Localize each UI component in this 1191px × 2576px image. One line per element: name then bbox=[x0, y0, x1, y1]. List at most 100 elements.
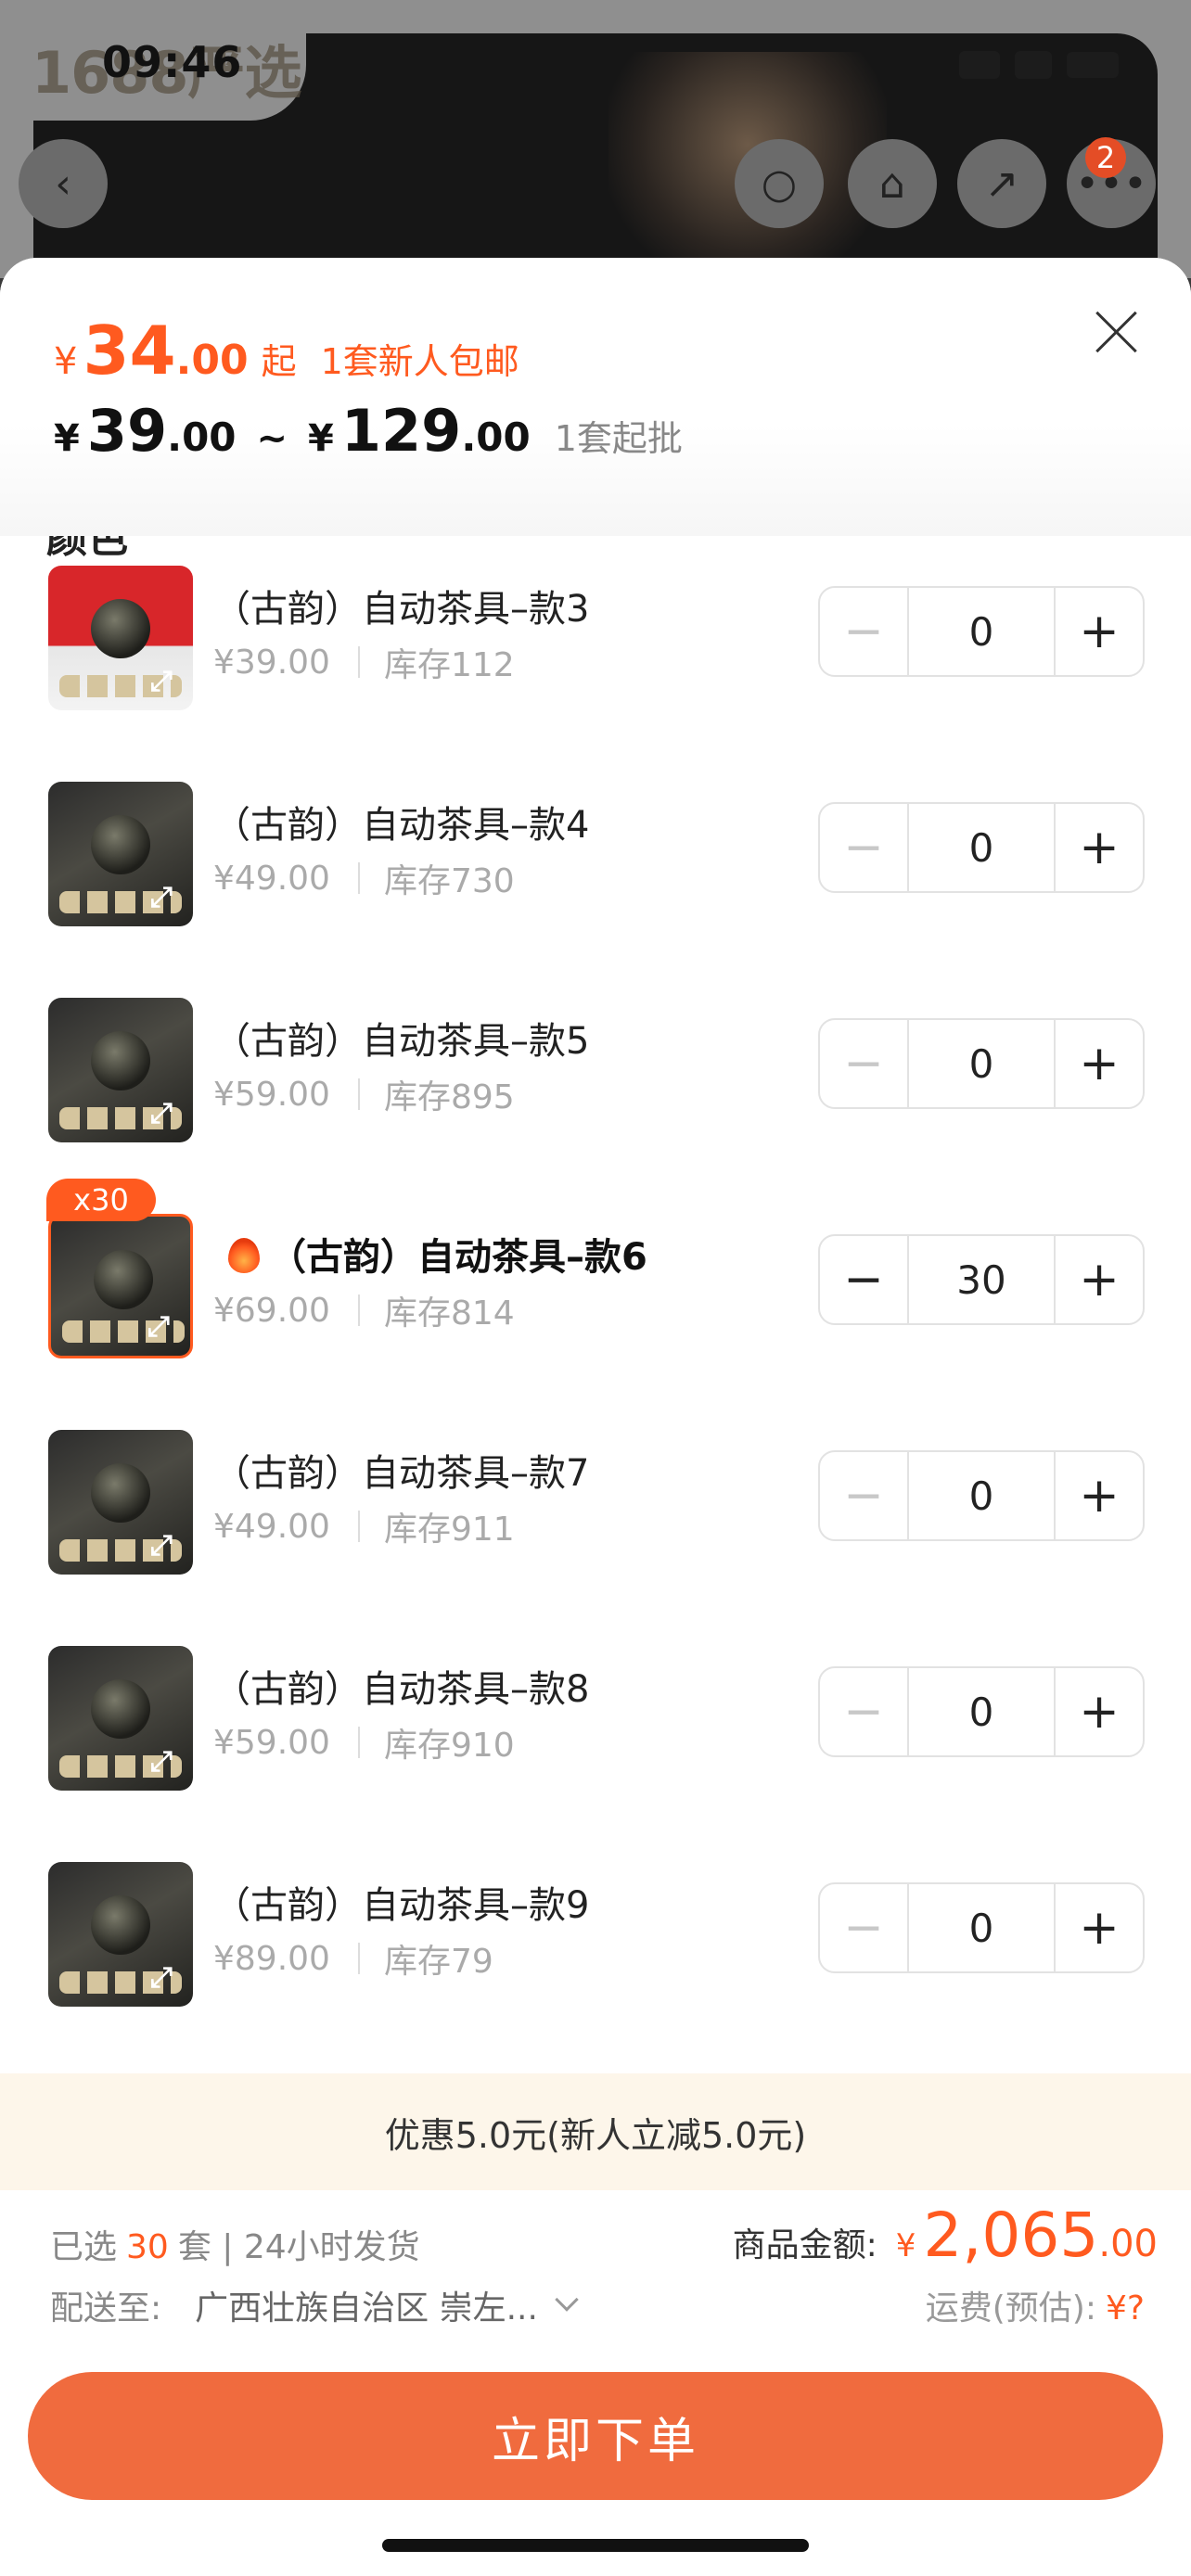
quantity-stepper: − 0 + bbox=[818, 1450, 1145, 1541]
expand-icon: ⤢ bbox=[150, 1097, 173, 1129]
selected-summary: 已选 30 套 | 24小时发货 bbox=[50, 2228, 420, 2266]
search-icon[interactable]: ○ bbox=[735, 139, 824, 228]
signal-icon bbox=[959, 51, 1000, 79]
item-name: （古韵）自动茶具–款4 bbox=[213, 804, 590, 847]
sku-sheet: ¥ 34 .00 起 1套新人包邮 ¥ 39 .00 ~ ¥ 129 .00 1… bbox=[0, 258, 1191, 2576]
item-name: （古韵）自动茶具–款3 bbox=[213, 588, 590, 631]
product-thumbnail[interactable]: ⤢ bbox=[48, 782, 193, 926]
shipping-address[interactable]: 配送至: 广西壮族自治区 崇左... bbox=[50, 2281, 579, 2329]
quantity-input[interactable]: 0 bbox=[907, 1452, 1056, 1539]
item-name: （古韵）自动茶具–款7 bbox=[213, 1452, 590, 1495]
item-stock: 库存730 bbox=[383, 862, 515, 900]
cart-badge: 2 bbox=[1085, 137, 1126, 178]
ship-location: 广西壮族自治区 崇左... bbox=[195, 2289, 538, 2327]
from-price-integer: 34 bbox=[83, 312, 176, 389]
item-stock: 库存79 bbox=[383, 1943, 493, 1981]
product-thumbnail[interactable]: ⤢ bbox=[48, 1646, 193, 1791]
quantity-stepper: − 30 + bbox=[818, 1234, 1145, 1325]
min-order-qty: 1套起批 bbox=[554, 418, 683, 459]
minus-button[interactable]: − bbox=[820, 1668, 907, 1755]
place-order-button[interactable]: 立即下单 bbox=[28, 2372, 1163, 2500]
from-price: ¥ 34 .00 起 1套新人包邮 bbox=[54, 312, 519, 389]
expand-icon: ⤢ bbox=[150, 1745, 173, 1778]
wifi-icon bbox=[1015, 51, 1052, 79]
quantity-stepper: − 0 + bbox=[818, 802, 1145, 893]
minus-button[interactable]: − bbox=[820, 1236, 907, 1323]
item-price: ¥69.00 bbox=[213, 1291, 330, 1330]
quantity-input[interactable]: 0 bbox=[907, 588, 1056, 675]
item-price: ¥49.00 bbox=[213, 1507, 330, 1546]
quantity-input[interactable]: 0 bbox=[907, 1884, 1056, 1971]
quantity-stepper: − 0 + bbox=[818, 1666, 1145, 1757]
item-name: （古韵）自动茶具–款8 bbox=[213, 1668, 590, 1711]
status-icons bbox=[959, 46, 1135, 83]
quantity-input[interactable]: 0 bbox=[907, 1020, 1056, 1107]
minus-button[interactable]: − bbox=[820, 804, 907, 891]
expand-icon: ⤢ bbox=[150, 1961, 173, 1994]
discount-bar: 优惠5.0元(新人立减5.0元) bbox=[0, 2073, 1191, 2190]
new-user-promo: 1套新人包邮 bbox=[320, 341, 519, 382]
item-name: （古韵）自动茶具–款5 bbox=[213, 1020, 590, 1063]
background-page: 1688严选 09:46 ‹ ○ ⌂ ↗ ••• 2 bbox=[0, 0, 1191, 293]
sku-list[interactable]: 颜色 ⤢ （古韵）自动茶具–款3 ¥39.00 库存112 − 0 + ⤢ （古韵… bbox=[19, 536, 1172, 2075]
share-icon[interactable]: ↗ bbox=[957, 139, 1046, 228]
list-item: ⤢ （古韵）自动茶具–款5 ¥59.00 库存895 − 0 + bbox=[19, 990, 1172, 1154]
hot-icon bbox=[228, 1238, 260, 1273]
list-item: ⤢ （古韵）自动茶具–款3 ¥39.00 库存112 − 0 + bbox=[19, 558, 1172, 721]
chevron-down-icon bbox=[555, 2288, 579, 2312]
quantity-input[interactable]: 0 bbox=[907, 1668, 1056, 1755]
plus-button[interactable]: + bbox=[1056, 1668, 1143, 1755]
minus-button[interactable]: − bbox=[820, 1020, 907, 1107]
status-time: 09:46 bbox=[102, 37, 243, 87]
plus-button[interactable]: + bbox=[1056, 1020, 1143, 1107]
plus-button[interactable]: + bbox=[1056, 1884, 1143, 1971]
expand-icon: ⤢ bbox=[147, 1310, 170, 1343]
goods-amount: 商品金额: ¥ 2,065 .00 bbox=[732, 2200, 1158, 2271]
plus-button[interactable]: + bbox=[1056, 1236, 1143, 1323]
battery-icon bbox=[1067, 52, 1119, 78]
product-thumbnail[interactable]: ⤢ bbox=[48, 998, 193, 1142]
minus-button[interactable]: − bbox=[820, 588, 907, 675]
price-range: ¥ 39 .00 ~ ¥ 129 .00 1套起批 bbox=[54, 397, 683, 465]
quantity-input[interactable]: 30 bbox=[907, 1236, 1056, 1323]
list-item: ⤢ （古韵）自动茶具–款8 ¥59.00 库存910 − 0 + bbox=[19, 1639, 1172, 1802]
quantity-stepper: − 0 + bbox=[818, 586, 1145, 677]
plus-button[interactable]: + bbox=[1056, 804, 1143, 891]
product-thumbnail[interactable]: ⤢ bbox=[48, 1214, 193, 1358]
item-stock: 库存112 bbox=[383, 646, 515, 684]
freight-estimate: 运费(预估): ¥? bbox=[925, 2289, 1145, 2327]
minus-button[interactable]: − bbox=[820, 1884, 907, 1971]
list-item: ⤢ （古韵）自动茶具–款7 ¥49.00 库存911 − 0 + bbox=[19, 1422, 1172, 1586]
plus-button[interactable]: + bbox=[1056, 588, 1143, 675]
item-price: ¥39.00 bbox=[213, 643, 330, 682]
quantity-stepper: − 0 + bbox=[818, 1882, 1145, 1973]
close-icon[interactable] bbox=[1093, 308, 1141, 356]
item-stock: 库存814 bbox=[383, 1294, 515, 1333]
product-thumbnail[interactable]: ⤢ bbox=[48, 1430, 193, 1575]
quantity-stepper: − 0 + bbox=[818, 1018, 1145, 1109]
item-price: ¥59.00 bbox=[213, 1075, 330, 1114]
item-name: （古韵）自动茶具–款6 bbox=[269, 1236, 647, 1279]
amount-integer: 2,065 bbox=[923, 2200, 1099, 2271]
cart-icon[interactable]: ⌂ bbox=[848, 139, 937, 228]
selected-qty-tag: x30 bbox=[46, 1179, 156, 1221]
minus-button[interactable]: − bbox=[820, 1452, 907, 1539]
item-stock: 库存910 bbox=[383, 1727, 515, 1765]
item-price: ¥89.00 bbox=[213, 1939, 330, 1978]
quantity-input[interactable]: 0 bbox=[907, 804, 1056, 891]
plus-button[interactable]: + bbox=[1056, 1452, 1143, 1539]
expand-icon: ⤢ bbox=[150, 665, 173, 697]
item-price: ¥49.00 bbox=[213, 859, 330, 898]
expand-icon: ⤢ bbox=[150, 1529, 173, 1562]
product-thumbnail[interactable]: ⤢ bbox=[48, 566, 193, 710]
expand-icon: ⤢ bbox=[150, 881, 173, 913]
home-indicator bbox=[382, 2539, 809, 2552]
product-thumbnail[interactable]: ⤢ bbox=[48, 1862, 193, 2007]
list-item: ⤢ （古韵）自动茶具–款4 ¥49.00 库存730 − 0 + bbox=[19, 774, 1172, 937]
item-name: （古韵）自动茶具–款9 bbox=[213, 1884, 590, 1927]
item-price: ¥59.00 bbox=[213, 1723, 330, 1762]
item-stock: 库存911 bbox=[383, 1511, 515, 1549]
price-header: ¥ 34 .00 起 1套新人包邮 ¥ 39 .00 ~ ¥ 129 .00 1… bbox=[0, 258, 1191, 536]
order-footer: 已选 30 套 | 24小时发货 配送至: 广西壮族自治区 崇左... 商品金额: … bbox=[0, 2190, 1191, 2576]
back-icon[interactable]: ‹ bbox=[19, 139, 108, 228]
